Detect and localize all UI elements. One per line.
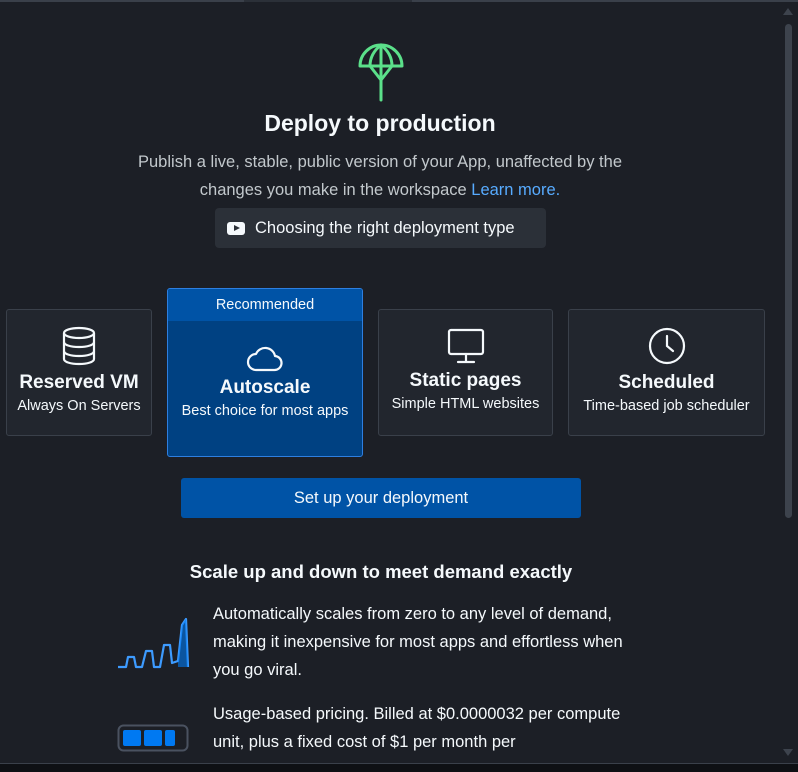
clock-icon: [648, 327, 685, 365]
scroll-down-icon[interactable]: [783, 749, 793, 756]
vertical-scrollbar[interactable]: [778, 2, 798, 762]
card-subtitle: Best choice for most apps: [181, 403, 349, 419]
deploy-globe-icon: [358, 43, 404, 102]
card-title: Scheduled: [618, 372, 715, 393]
card-title: Static pages: [409, 370, 522, 391]
card-subtitle: Always On Servers: [17, 398, 141, 414]
card-title: Autoscale: [219, 377, 311, 398]
deployment-option-static-pages[interactable]: Static pages Simple HTML websites: [378, 309, 553, 436]
feature-pricing-text: Usage-based pricing. Billed at $0.000003…: [213, 705, 621, 751]
scaling-graph-icon: [118, 617, 190, 669]
card-subtitle: Simple HTML websites: [391, 396, 540, 412]
youtube-icon: [227, 221, 245, 235]
monitor-icon: [447, 328, 484, 364]
section-heading: Scale up and down to meet demand exactly: [189, 561, 573, 582]
video-button-label: Choosing the right deployment type: [255, 218, 515, 237]
learn-more-link[interactable]: Learn more.: [471, 181, 560, 199]
setup-deployment-button[interactable]: Set up your deployment: [181, 478, 581, 518]
deployment-option-autoscale[interactable]: Recommended Autoscale Best choice for mo…: [167, 288, 363, 457]
feature-autoscale-text: Automatically scales from zero to any le…: [213, 605, 623, 679]
scrollbar-thumb[interactable]: [785, 24, 792, 518]
page-description: Publish a live, stable, public version o…: [120, 148, 640, 204]
scroll-up-icon[interactable]: [783, 8, 793, 15]
card-subtitle: Time-based job scheduler: [583, 398, 750, 414]
deployment-option-reserved-vm[interactable]: Reserved VM Always On Servers: [6, 309, 152, 436]
battery-icon: [117, 724, 189, 752]
deployment-option-scheduled[interactable]: Scheduled Time-based job scheduler: [568, 309, 765, 436]
deploy-panel: Deploy to production Publish a live, sta…: [0, 0, 778, 764]
cloud-icon: [246, 346, 283, 372]
bottom-bar: [0, 763, 798, 772]
recommended-badge: Recommended: [168, 289, 362, 321]
deployment-type-video-button[interactable]: Choosing the right deployment type: [215, 208, 546, 248]
page-title: Deploy to production: [264, 110, 496, 136]
card-title: Reserved VM: [19, 372, 139, 393]
database-icon: [62, 326, 96, 366]
